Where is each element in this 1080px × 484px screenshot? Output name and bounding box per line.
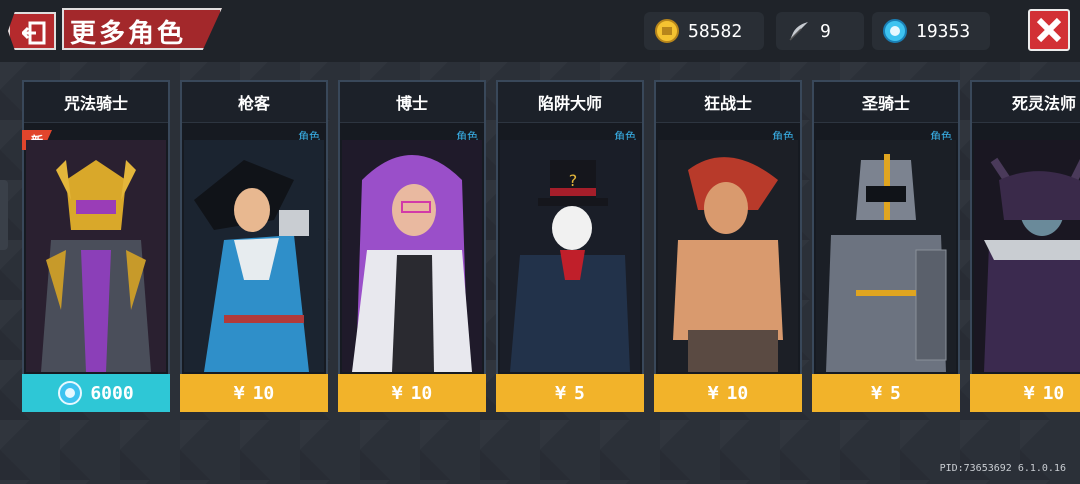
character-portrait [816,140,956,372]
character-portrait [974,140,1080,372]
price-tag[interactable]: ¥ 5 [496,374,644,412]
character-name: 枪客 [182,82,326,123]
yen-symbol: ¥ [555,382,566,404]
character-card-list: 咒法骑士 新 6000 枪客 角色 [22,80,1080,416]
left-edge-tab [0,180,8,250]
gem-value: 19353 [916,20,971,42]
character-card[interactable]: 狂战士 角色 ¥ 10 [654,80,802,412]
character-card[interactable]: 陷阱大师 角色 ? ¥ 5 [496,80,644,412]
yen-symbol: ¥ [233,382,245,404]
character-portrait [184,140,324,372]
gold-counter: 58582 [644,12,764,50]
character-portrait [26,140,166,372]
character-name: 咒法骑士 [24,82,168,123]
yen-symbol: ¥ [391,382,403,404]
title-plate: 更多角色 [62,8,222,50]
character-card[interactable]: 咒法骑士 新 6000 [22,80,170,412]
back-button[interactable] [8,12,56,50]
yen-symbol: ¥ [707,382,719,404]
price-tag[interactable]: ¥ 10 [654,374,802,412]
blue-gem-icon [58,381,83,405]
feather-counter: 9 [776,12,864,50]
gem-counter: 19353 [872,12,990,50]
character-card[interactable]: 博士 角色 ¥ 10 [338,80,486,412]
price-tag[interactable]: ¥ 10 [970,374,1080,412]
price-tag[interactable]: ¥ 10 [338,374,486,412]
character-portrait: ? [500,140,640,372]
character-portrait [342,140,482,372]
price-tag[interactable]: ¥ 10 [180,374,328,412]
character-name: 陷阱大师 [498,82,642,123]
price-value: 6000 [90,382,134,404]
top-bar: 更多角色 58582 9 19353 [0,0,1080,62]
character-card[interactable]: 圣骑士 角色 ¥ 5 [812,80,960,412]
character-card[interactable]: 枪客 角色 ¥ 10 [180,80,328,412]
yen-symbol: ¥ [1023,382,1035,404]
feather-value: 9 [820,20,831,42]
page-title: 更多角色 [70,19,187,49]
character-name: 死灵法师 [972,82,1080,123]
price-value: 10 [410,382,433,404]
svg-text:?: ? [569,171,578,190]
price-value: 5 [890,382,901,404]
character-name: 博士 [340,82,484,123]
yen-symbol: ¥ [871,382,882,404]
price-value: 10 [726,382,749,404]
feather-icon [786,18,812,44]
price-tag[interactable]: 6000 [22,374,170,412]
price-value: 10 [252,382,275,404]
gold-coin-icon [654,18,680,44]
character-name: 狂战士 [656,82,800,123]
close-button[interactable] [1028,9,1070,51]
player-id-version: PID:73653692 6.1.0.16 [939,463,1066,474]
price-value: 10 [1042,382,1065,404]
close-icon [1036,17,1062,43]
gold-value: 58582 [688,20,743,42]
price-value: 5 [574,382,585,404]
character-name: 圣骑士 [814,82,958,123]
blue-gem-icon [882,18,908,44]
character-card[interactable]: 死灵法师 ¥ 10 [970,80,1080,412]
exit-icon [22,21,46,45]
character-portrait [658,140,798,372]
price-tag[interactable]: ¥ 5 [812,374,960,412]
